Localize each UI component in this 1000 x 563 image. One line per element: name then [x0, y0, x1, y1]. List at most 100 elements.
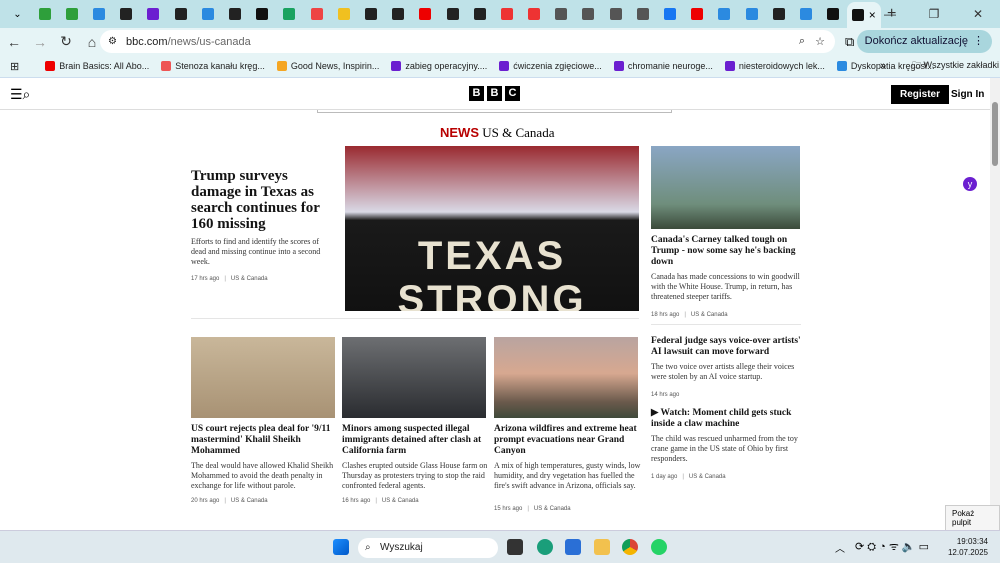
side-image-carney[interactable] — [651, 146, 800, 229]
forward-button[interactable]: → — [28, 34, 52, 50]
bbc-logo[interactable]: BBC — [469, 86, 520, 101]
file-explorer-icon[interactable] — [594, 539, 610, 555]
tab-favicon-icon — [201, 8, 214, 20]
extensions-icon[interactable]: ⧉ — [845, 34, 854, 50]
bookmark-item[interactable]: Stenoza kanału kręg... — [161, 61, 265, 71]
url-host: bbc.com — [126, 35, 168, 48]
bookmark-favicon-icon — [499, 61, 510, 71]
browser-tab[interactable] — [439, 3, 466, 25]
grid-article[interactable]: Arizona wildfires and extreme heat promp… — [494, 424, 642, 491]
start-icon[interactable] — [333, 539, 349, 555]
maximize-button[interactable]: ❐ — [912, 0, 956, 28]
browser-tab[interactable] — [548, 3, 575, 25]
article-meta: 20 hrs ago | US & Canada — [191, 498, 268, 504]
tab-favicon-icon — [555, 8, 568, 20]
browser-tab[interactable] — [249, 3, 276, 25]
browser-tab[interactable] — [792, 3, 819, 25]
bookmark-item[interactable]: ćwiczenia zgięciowe... — [499, 61, 602, 71]
zoom-icon[interactable]: ⌕ — [799, 35, 805, 48]
browser-tab[interactable] — [357, 3, 384, 25]
bookmark-favicon-icon — [276, 61, 287, 71]
extension-floating-icon[interactable]: y — [963, 177, 977, 191]
back-button[interactable]: ← — [2, 34, 26, 50]
tab-favicon-icon — [799, 8, 812, 20]
more-bookmarks-button[interactable]: » — [880, 60, 886, 72]
tab-favicon-icon — [283, 8, 296, 20]
browser-tab[interactable] — [385, 3, 412, 25]
minimize-button[interactable]: — — [868, 0, 912, 28]
store-icon[interactable] — [565, 539, 581, 555]
browser-tab[interactable] — [521, 3, 548, 25]
browser-tab[interactable] — [629, 3, 656, 25]
tray-icons[interactable]: ⟳ ⛭ ◔ ᯤ 🔈 ▭ — [855, 539, 929, 554]
bookmark-item[interactable]: niesteroidowych lek... — [724, 61, 825, 71]
browser-tab[interactable] — [140, 3, 167, 25]
lead-image[interactable]: TEXAS STRONG — [345, 146, 639, 311]
browser-tab[interactable] — [303, 3, 330, 25]
browser-tab[interactable] — [222, 3, 249, 25]
side-article[interactable]: Canada's Carney talked tough on Trump - … — [651, 235, 801, 325]
browser-tab[interactable] — [194, 3, 221, 25]
browser-tab[interactable] — [31, 3, 58, 25]
bookmark-star-icon[interactable]: ☆ — [815, 35, 825, 48]
all-bookmarks-folder[interactable]: 🗀 Wszystkie zakładki — [912, 58, 999, 74]
browser-tab[interactable] — [113, 3, 140, 25]
browser-tab[interactable] — [684, 3, 711, 25]
browser-tab[interactable] — [493, 3, 520, 25]
grid-article[interactable]: Minors among suspected illegal immigrant… — [342, 424, 490, 491]
bookmark-item[interactable]: zabieg operacyjny.... — [391, 61, 487, 71]
browser-tab[interactable] — [657, 3, 684, 25]
browser-tab[interactable] — [575, 3, 602, 25]
register-button[interactable]: Register — [891, 85, 950, 104]
lead-meta: 17 hrs ago | US & Canada — [191, 276, 268, 282]
bookmark-item[interactable]: chromanie neuroge... — [613, 61, 713, 71]
sign-in-link[interactable]: Sign In — [951, 89, 984, 100]
article-image[interactable] — [342, 337, 486, 418]
grid-article[interactable]: US court rejects plea deal for '9/11 mas… — [191, 424, 339, 491]
tab-favicon-icon — [500, 8, 513, 20]
whatsapp-icon[interactable] — [651, 539, 667, 555]
lead-article[interactable]: Trump surveys damage in Texas as search … — [191, 168, 336, 267]
tray-chevron-icon[interactable]: ︿ — [835, 540, 845, 555]
browser-tab[interactable] — [330, 3, 357, 25]
browser-tab[interactable] — [58, 3, 85, 25]
tab-favicon-icon — [827, 8, 840, 20]
browser-tab[interactable] — [276, 3, 303, 25]
taskbar-search[interactable]: ⌕ Wyszukaj — [358, 538, 498, 558]
menu-search-icon[interactable]: ☰⌕ — [10, 86, 30, 103]
tab-favicon-icon — [38, 8, 51, 20]
update-button[interactable]: Dokończ aktualizację ⋮ — [856, 30, 992, 53]
section-title: NEWS US & Canada — [440, 125, 555, 140]
tab-favicon-icon — [718, 8, 731, 20]
task-view-icon[interactable] — [507, 539, 523, 555]
url-input[interactable]: ⚙ bbc.com/news/us-canada ⌕ ☆ — [100, 30, 835, 53]
close-window-button[interactable]: ✕ — [956, 0, 1000, 28]
tab-list-button[interactable]: ⌄ — [4, 3, 31, 25]
bookmark-favicon-icon — [836, 61, 847, 71]
browser-tab[interactable] — [412, 3, 439, 25]
browser-tab[interactable] — [820, 3, 847, 25]
apps-icon[interactable]: ⊞ — [10, 60, 19, 73]
side-article[interactable]: ▶ Watch: Moment child gets stuck inside … — [651, 408, 801, 480]
browser-tab[interactable] — [738, 3, 765, 25]
browser-tab[interactable] — [86, 3, 113, 25]
chrome-icon[interactable] — [622, 539, 638, 555]
site-info-icon[interactable]: ⚙ — [108, 36, 117, 47]
tab-favicon-icon — [310, 8, 323, 20]
browser-tab[interactable] — [765, 3, 792, 25]
bookmark-item[interactable]: Brain Basics: All Abo... — [45, 61, 149, 71]
edge-icon[interactable] — [537, 539, 553, 555]
article-meta: 15 hrs ago | US & Canada — [494, 506, 571, 512]
browser-tab[interactable] — [711, 3, 738, 25]
browser-tab[interactable] — [167, 3, 194, 25]
article-image[interactable] — [494, 337, 638, 418]
clock[interactable]: 19:03:34 12.07.2025 — [948, 536, 988, 558]
reload-button[interactable]: ↻ — [54, 33, 78, 50]
article-image[interactable] — [191, 337, 335, 418]
bookmark-item[interactable]: Good News, Inspirin... — [276, 61, 379, 71]
browser-tab[interactable] — [602, 3, 629, 25]
tab-favicon-icon — [93, 8, 106, 20]
browser-tab[interactable] — [466, 3, 493, 25]
side-article[interactable]: Federal judge says voice-over artists' A… — [651, 336, 801, 398]
page-scrollbar[interactable] — [990, 78, 1000, 530]
